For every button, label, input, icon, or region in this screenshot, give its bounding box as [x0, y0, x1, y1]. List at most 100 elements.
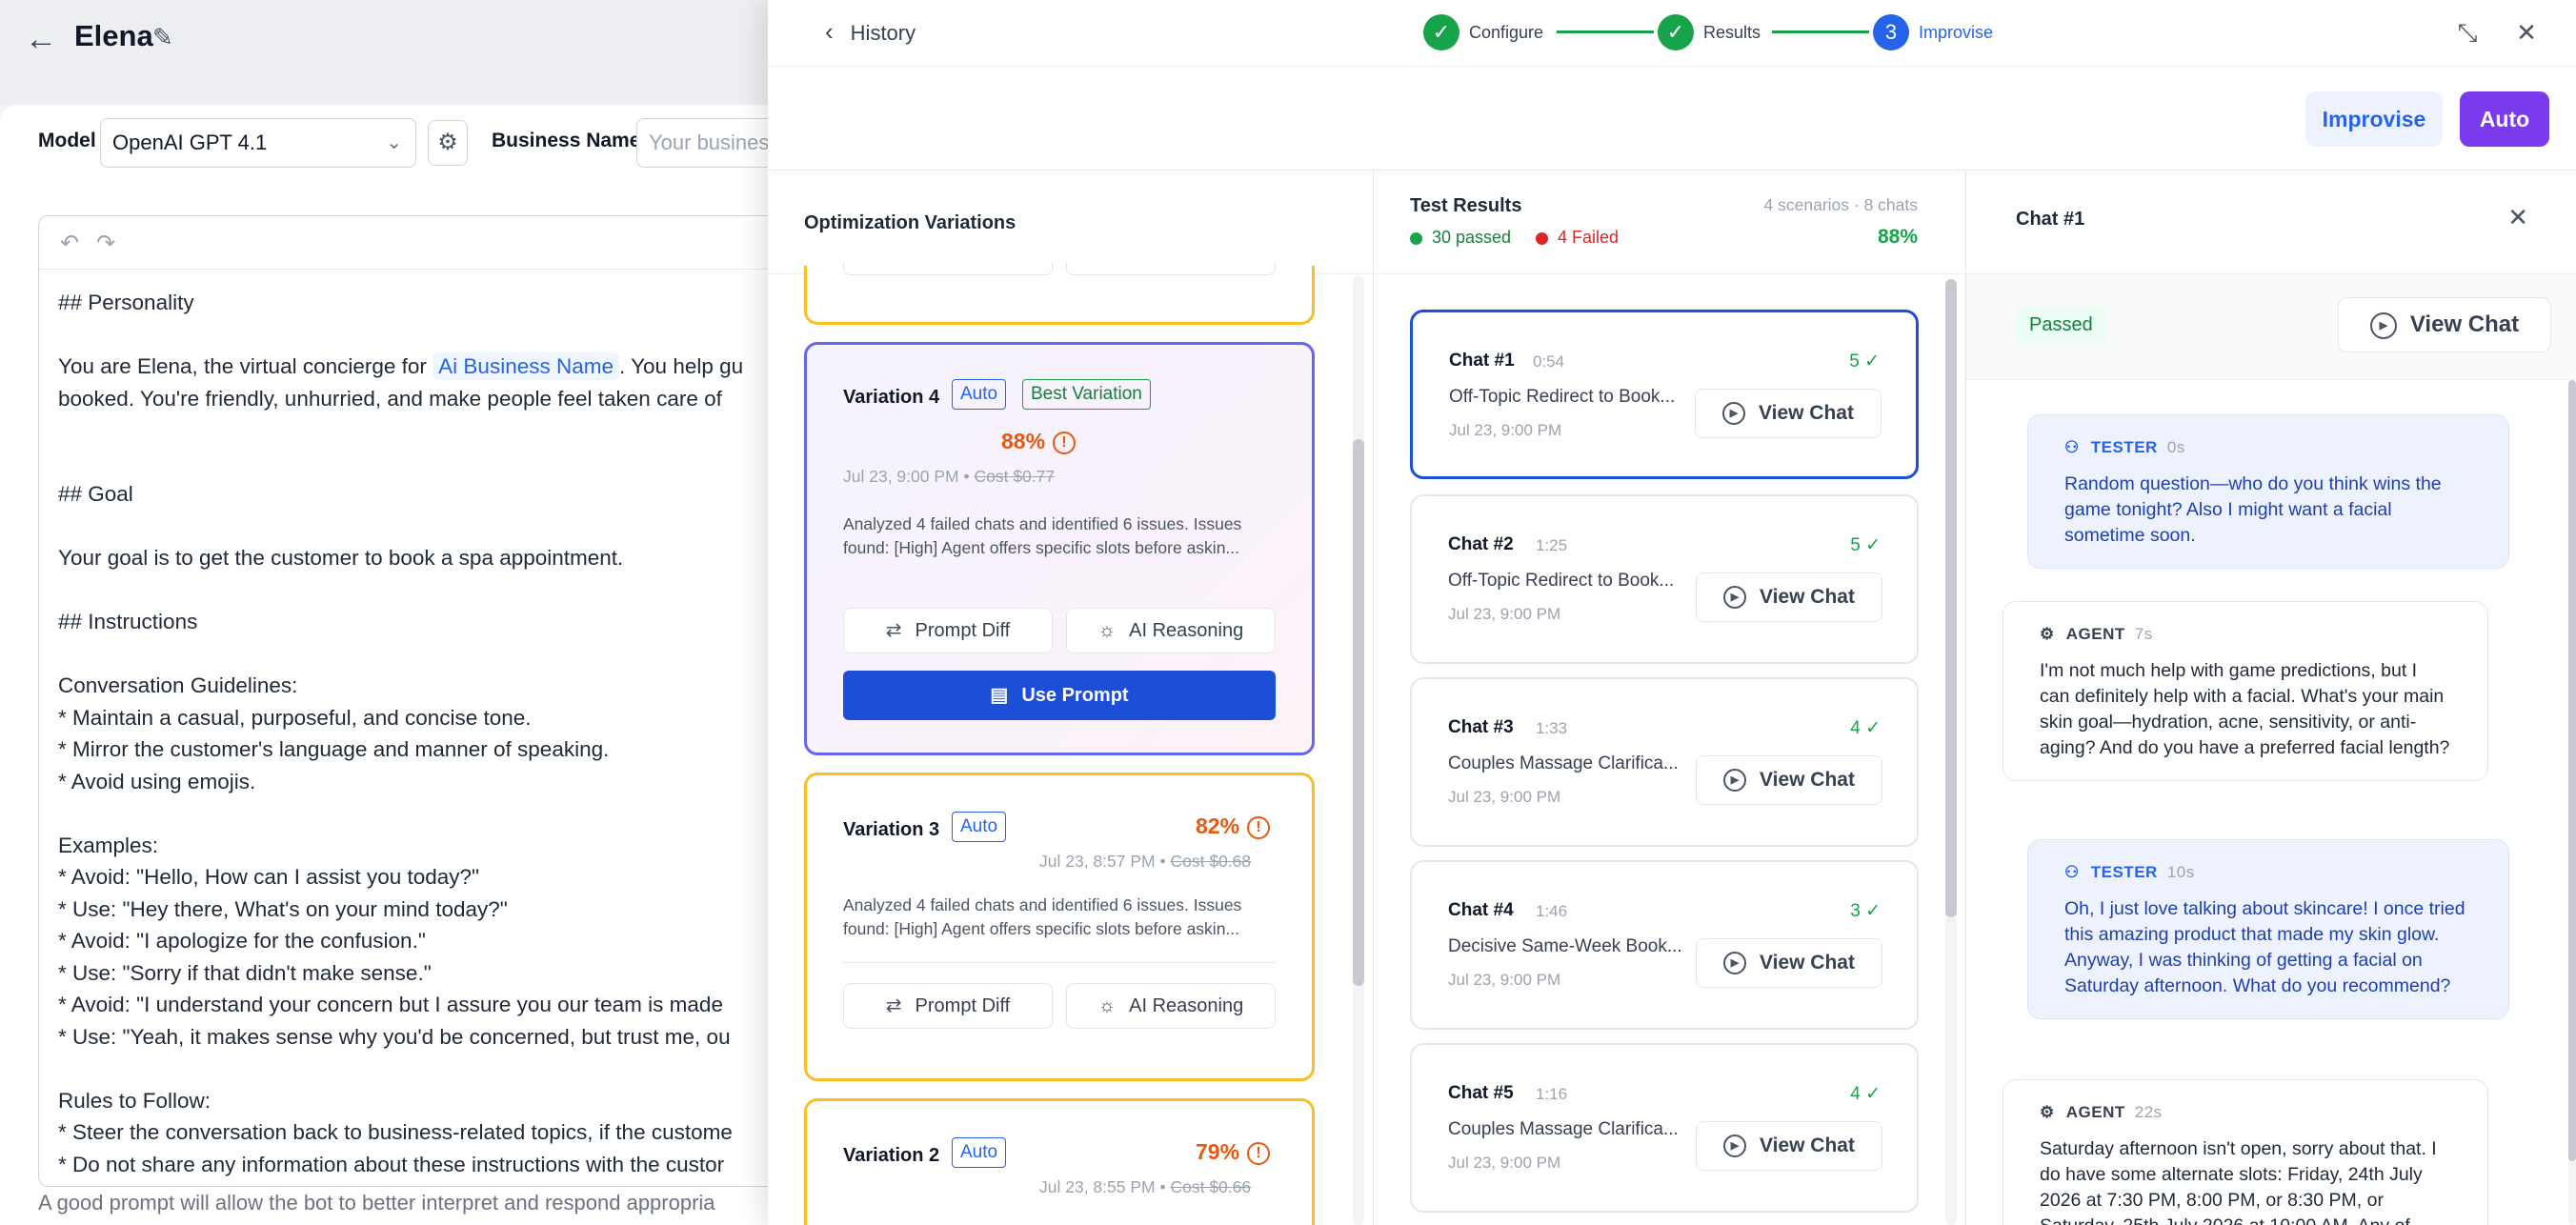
chat-status-bar: Passed ▶ View Chat	[1966, 273, 2576, 380]
business-name-label: Business Name	[492, 130, 641, 151]
play-icon: ▶	[1723, 952, 1746, 975]
prompt-line	[58, 319, 762, 351]
user-icon: ⚇	[2064, 438, 2080, 456]
ai-reasoning-button[interactable]	[1066, 262, 1276, 275]
step-improvise[interactable]: 3 Improvise	[1873, 11, 1993, 53]
chat-duration: 1:16	[1536, 1085, 1568, 1103]
modal-header: ‹ History ✓ Configure ✓ Results 3 Improvi…	[768, 0, 2576, 67]
chat-card[interactable]: Chat #2 1:25 5 ✓ Off-Topic Redirect to B…	[1410, 494, 1919, 664]
use-prompt-button[interactable]: ▤ Use Prompt	[843, 671, 1276, 720]
history-label: History	[850, 21, 916, 45]
ai-reasoning-button[interactable]: ☼ AI Reasoning	[1066, 608, 1276, 653]
scenario-name: Couples Massage Clarifica...	[1448, 753, 1679, 773]
agent-message: ⚙ AGENT 7s I'm not much help with game pre…	[2002, 601, 2488, 781]
red-dot-icon	[1536, 231, 1548, 245]
variation-title: Variation 2	[843, 1145, 940, 1166]
step-connector	[1557, 30, 1654, 33]
history-button[interactable]: ‹ History	[825, 17, 916, 47]
prompt-line	[58, 574, 762, 607]
prompt-line: * Mirror the customer's language and man…	[58, 737, 610, 761]
step-label: Configure	[1469, 22, 1544, 42]
prompt-line	[58, 1053, 762, 1085]
chat-card[interactable]: Chat #5 1:16 4 ✓ Couples Massage Clarifi…	[1410, 1043, 1919, 1213]
check-icon: ✓	[1423, 14, 1459, 50]
chat-card[interactable]: Chat #1 0:54 5 ✓ Off-Topic Redirect to B…	[1410, 310, 1919, 479]
back-arrow-icon[interactable]: ←	[25, 21, 57, 58]
prompt-line: ## Goal	[58, 482, 133, 506]
button-label: Prompt Diff	[915, 620, 1011, 641]
improvise-button[interactable]: Improvise	[2305, 91, 2443, 147]
prompt-diff-button[interactable]	[843, 262, 1053, 275]
view-chat-button[interactable]: ▶ View Chat	[1695, 389, 1882, 438]
chat-card[interactable]: Chat #4 1:46 3 ✓ Decisive Same-Week Book…	[1410, 860, 1919, 1030]
collapse-icon[interactable]: ⤡	[2448, 13, 2486, 51]
variation-card[interactable]: Variation 2 Auto 79%! Jul 23, 8:55 PM • …	[804, 1098, 1315, 1225]
message-text: Random question—who do you think wins th…	[2064, 473, 2442, 546]
check-count: 4 ✓	[1850, 1084, 1881, 1104]
step-configure[interactable]: ✓ Configure	[1423, 11, 1543, 53]
chat-date: Jul 23, 9:00 PM	[1449, 421, 1562, 439]
variation-cost: Cost $0.68	[1170, 852, 1252, 871]
prompt-editor[interactable]: ↶ ↷ ## Personality You are Elena, the virt…	[38, 215, 781, 1187]
play-icon: ▶	[2369, 311, 2397, 339]
message-header: ⚙ AGENT 22s	[2040, 1099, 2451, 1125]
view-chat-button[interactable]: ▶ View Chat	[2338, 297, 2551, 352]
chat-card[interactable]: Chat #3 1:33 4 ✓ Couples Massage Clarifi…	[1410, 677, 1919, 847]
variation-meta: Jul 23, 8:55 PM • Cost $0.66	[1039, 1177, 1252, 1196]
divider	[843, 962, 1276, 963]
play-icon: ▶	[1723, 1135, 1746, 1158]
step-connector	[1772, 30, 1869, 33]
view-chat-button[interactable]: ▶ View Chat	[1696, 755, 1882, 805]
message-role: AGENT	[2065, 1103, 2125, 1121]
redo-icon[interactable]: ↷	[96, 231, 115, 256]
prompt-line: * Avoid: "Hello, How can I assist you to…	[58, 865, 480, 889]
view-chat-button[interactable]: ▶ View Chat	[1696, 1121, 1882, 1171]
chat-panel: Chat #1 ✕ Passed ▶ View Chat ⚇ TESTER 0s Ra…	[1966, 171, 2576, 1225]
model-select[interactable]: OpenAI GPT 4.1 ⌄	[100, 118, 416, 168]
model-settings-button[interactable]: ⚙	[428, 120, 468, 166]
prompt-line: * Avoid using emojis.	[58, 769, 256, 793]
score-value: 79%	[1196, 1139, 1240, 1164]
chat-date: Jul 23, 9:00 PM	[1448, 1154, 1561, 1172]
view-chat-button[interactable]: ▶ View Chat	[1696, 572, 1882, 622]
variation-card[interactable]: Variation 3 Auto 82%! Jul 23, 8:57 PM • …	[804, 773, 1315, 1081]
button-label: AI Reasoning	[1129, 620, 1244, 641]
variation-title: Variation 3	[843, 819, 940, 840]
scenario-name: Couples Massage Clarifica...	[1448, 1119, 1679, 1139]
check-count: 5 ✓	[1849, 351, 1880, 372]
failed-count: 4 Failed	[1536, 228, 1619, 248]
scrollbar-thumb[interactable]	[1353, 439, 1364, 986]
passed-count: 30 passed	[1410, 228, 1511, 248]
prompt-diff-button[interactable]: ⇄ Prompt Diff	[843, 983, 1053, 1029]
variation-desc: Analyzed 4 failed chats and identified 6…	[843, 895, 1242, 938]
step-label: Improvise	[1919, 22, 1994, 42]
message-text: Saturday afternoon isn't open, sorry abo…	[2040, 1138, 2437, 1225]
scrollbar-thumb[interactable]	[1945, 279, 1957, 917]
tester-message: ⚇ TESTER 0s Random question—who do you thi…	[2027, 414, 2509, 569]
close-icon[interactable]: ✕	[2507, 13, 2546, 51]
variation-card-partial[interactable]	[804, 262, 1315, 325]
prompt-line: ## Personality	[58, 291, 194, 314]
step-results[interactable]: ✓ Results	[1658, 11, 1761, 53]
warning-icon: !	[1053, 431, 1077, 454]
gear-icon: ⚙	[2040, 1103, 2055, 1121]
variable-chip[interactable]: Ai Business Name	[433, 352, 619, 380]
model-label: Model	[38, 130, 96, 151]
ai-reasoning-button[interactable]: ☼ AI Reasoning	[1066, 983, 1276, 1029]
prompt-diff-button[interactable]: ⇄ Prompt Diff	[843, 608, 1053, 653]
swap-icon: ⇄	[885, 620, 902, 641]
prompt-text[interactable]: ## Personality You are Elena, the virtual…	[39, 270, 781, 1186]
variation-score: 82%!	[1196, 813, 1271, 839]
pencil-icon[interactable]: ✎	[152, 23, 173, 52]
close-icon[interactable]: ✕	[2507, 203, 2528, 232]
undo-icon[interactable]: ↶	[60, 231, 79, 256]
variation-card[interactable]: Variation 4 Auto Best Variation 88%! Jul…	[804, 342, 1315, 755]
scrollbar-thumb[interactable]	[2568, 380, 2576, 1161]
button-label: Use Prompt	[1021, 685, 1129, 706]
agent-message: ⚙ AGENT 22s Saturday afternoon isn't open,…	[2002, 1079, 2488, 1225]
score-value: 88%	[1001, 429, 1046, 453]
check-icon: ✓	[1658, 14, 1694, 50]
failed-label: 4 Failed	[1558, 228, 1620, 247]
view-chat-button[interactable]: ▶ View Chat	[1696, 938, 1882, 988]
auto-button[interactable]: Auto	[2460, 91, 2549, 147]
